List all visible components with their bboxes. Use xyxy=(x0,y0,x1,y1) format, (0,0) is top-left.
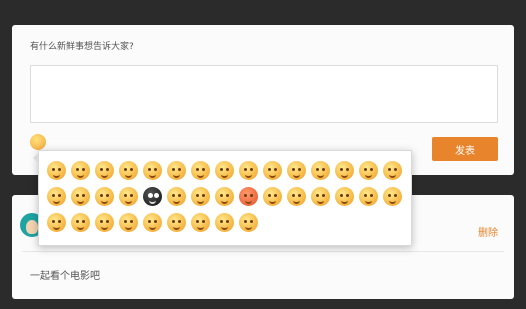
emoji-mouth xyxy=(317,199,324,204)
emoji-mouth xyxy=(341,199,348,204)
emoji-mouth xyxy=(365,173,372,178)
emoji-blink-icon[interactable] xyxy=(215,161,234,180)
emoji-mouth xyxy=(173,173,180,178)
emoji-mouth xyxy=(77,199,84,204)
emoji-mouth xyxy=(125,199,132,204)
emoji-mouth xyxy=(293,173,300,178)
emoji-teary-icon[interactable] xyxy=(311,161,330,180)
emoji-hand-mouth-icon[interactable] xyxy=(335,187,354,206)
emoji-mouth xyxy=(101,199,108,204)
divider xyxy=(22,251,504,252)
emoji-mouth xyxy=(221,225,228,230)
emoji-heart-eyes-icon[interactable] xyxy=(143,213,162,232)
emoji-mouth xyxy=(341,173,348,178)
emoji-mouth xyxy=(245,199,252,204)
emoji-squint-icon[interactable] xyxy=(47,213,66,232)
emoji-panel xyxy=(33,150,412,246)
emoji-grid xyxy=(47,161,402,239)
emoji-kiss-icon[interactable] xyxy=(71,187,90,206)
emoji-blush-icon[interactable] xyxy=(167,213,186,232)
emoji-puzzled-icon[interactable] xyxy=(263,187,282,206)
emoji-hug-icon[interactable] xyxy=(287,187,306,206)
emoji-think-icon[interactable] xyxy=(95,213,114,232)
emoji-mouth xyxy=(269,199,276,204)
emoji-mouth xyxy=(197,199,204,204)
emoji-content-icon[interactable] xyxy=(239,213,258,232)
emoji-mouth xyxy=(245,225,252,230)
emoji-pout-icon[interactable] xyxy=(359,187,378,206)
post-text-input[interactable] xyxy=(30,65,498,123)
emoji-mouth xyxy=(293,199,300,204)
emoji-mouth xyxy=(53,199,60,204)
emoji-mouth xyxy=(125,173,132,178)
emoji-mouth xyxy=(365,199,372,204)
emoji-mouth xyxy=(197,173,204,178)
emoji-mouth xyxy=(101,225,108,230)
emoji-surprise-icon[interactable] xyxy=(239,161,258,180)
emoji-cry-laugh-icon[interactable] xyxy=(263,161,282,180)
emoji-cheeky-icon[interactable] xyxy=(383,187,402,206)
emoji-frown-icon[interactable] xyxy=(215,187,234,206)
post-button[interactable]: 发表 xyxy=(432,137,498,161)
emoji-mouth xyxy=(245,173,252,178)
emoji-shy-icon[interactable] xyxy=(191,161,210,180)
emoji-black-face-icon[interactable] xyxy=(143,187,162,206)
emoji-mouth xyxy=(125,225,132,230)
emoji-wink-icon[interactable] xyxy=(119,161,138,180)
composer-prompt: 有什么新鲜事想告诉大家? xyxy=(30,42,134,52)
emoji-mouth xyxy=(53,225,60,230)
emoji-mouth xyxy=(53,173,60,178)
emoji-mouth xyxy=(173,225,180,230)
emoji-sleepy-icon[interactable] xyxy=(335,161,354,180)
emoji-nod-icon[interactable] xyxy=(215,213,234,232)
emoji-mouth xyxy=(77,173,84,178)
emoji-sunglasses-icon[interactable] xyxy=(119,213,138,232)
emoji-mouth xyxy=(149,225,156,230)
emoji-mouth xyxy=(149,199,156,204)
emoji-dizzy-icon[interactable] xyxy=(71,213,90,232)
emoji-smirk-icon[interactable] xyxy=(287,161,306,180)
emoji-sob-icon[interactable] xyxy=(191,187,210,206)
emoji-red-angry-icon[interactable] xyxy=(239,187,258,206)
emoji-mouth xyxy=(197,225,204,230)
emoji-mouth xyxy=(149,173,156,178)
delete-button[interactable]: 删除 xyxy=(478,224,498,239)
emoji-yawn-icon[interactable] xyxy=(47,187,66,206)
emoji-cool-face-icon[interactable] xyxy=(143,161,162,180)
emoji-worried-icon[interactable] xyxy=(167,187,186,206)
post-content: 一起看个电影吧 xyxy=(30,271,100,282)
emoji-mouth xyxy=(221,199,228,204)
emoji-mouth xyxy=(77,225,84,230)
emoji-laugh-icon[interactable] xyxy=(95,161,114,180)
emoji-mouth xyxy=(269,173,276,178)
emoji-mouth xyxy=(389,173,396,178)
panel-arrow xyxy=(33,153,39,163)
emoji-sweat-icon[interactable] xyxy=(167,161,186,180)
emoji-angry-icon[interactable] xyxy=(359,161,378,180)
emoji-mask-icon[interactable] xyxy=(383,161,402,180)
emoji-mouth xyxy=(389,199,396,204)
emoji-mouth xyxy=(221,173,228,178)
emoji-smile-icon[interactable] xyxy=(47,161,66,180)
emoji-mouth xyxy=(101,173,108,178)
emoji-tongue-icon[interactable] xyxy=(95,187,114,206)
emoji-mouth xyxy=(173,199,180,204)
emoji-giggle-icon[interactable] xyxy=(311,187,330,206)
emoji-fist-icon[interactable] xyxy=(191,213,210,232)
emoji-grin-icon[interactable] xyxy=(71,161,90,180)
emoji-mouth xyxy=(317,173,324,178)
emoji-shock-icon[interactable] xyxy=(119,187,138,206)
emoji-picker-icon[interactable] xyxy=(30,134,46,150)
